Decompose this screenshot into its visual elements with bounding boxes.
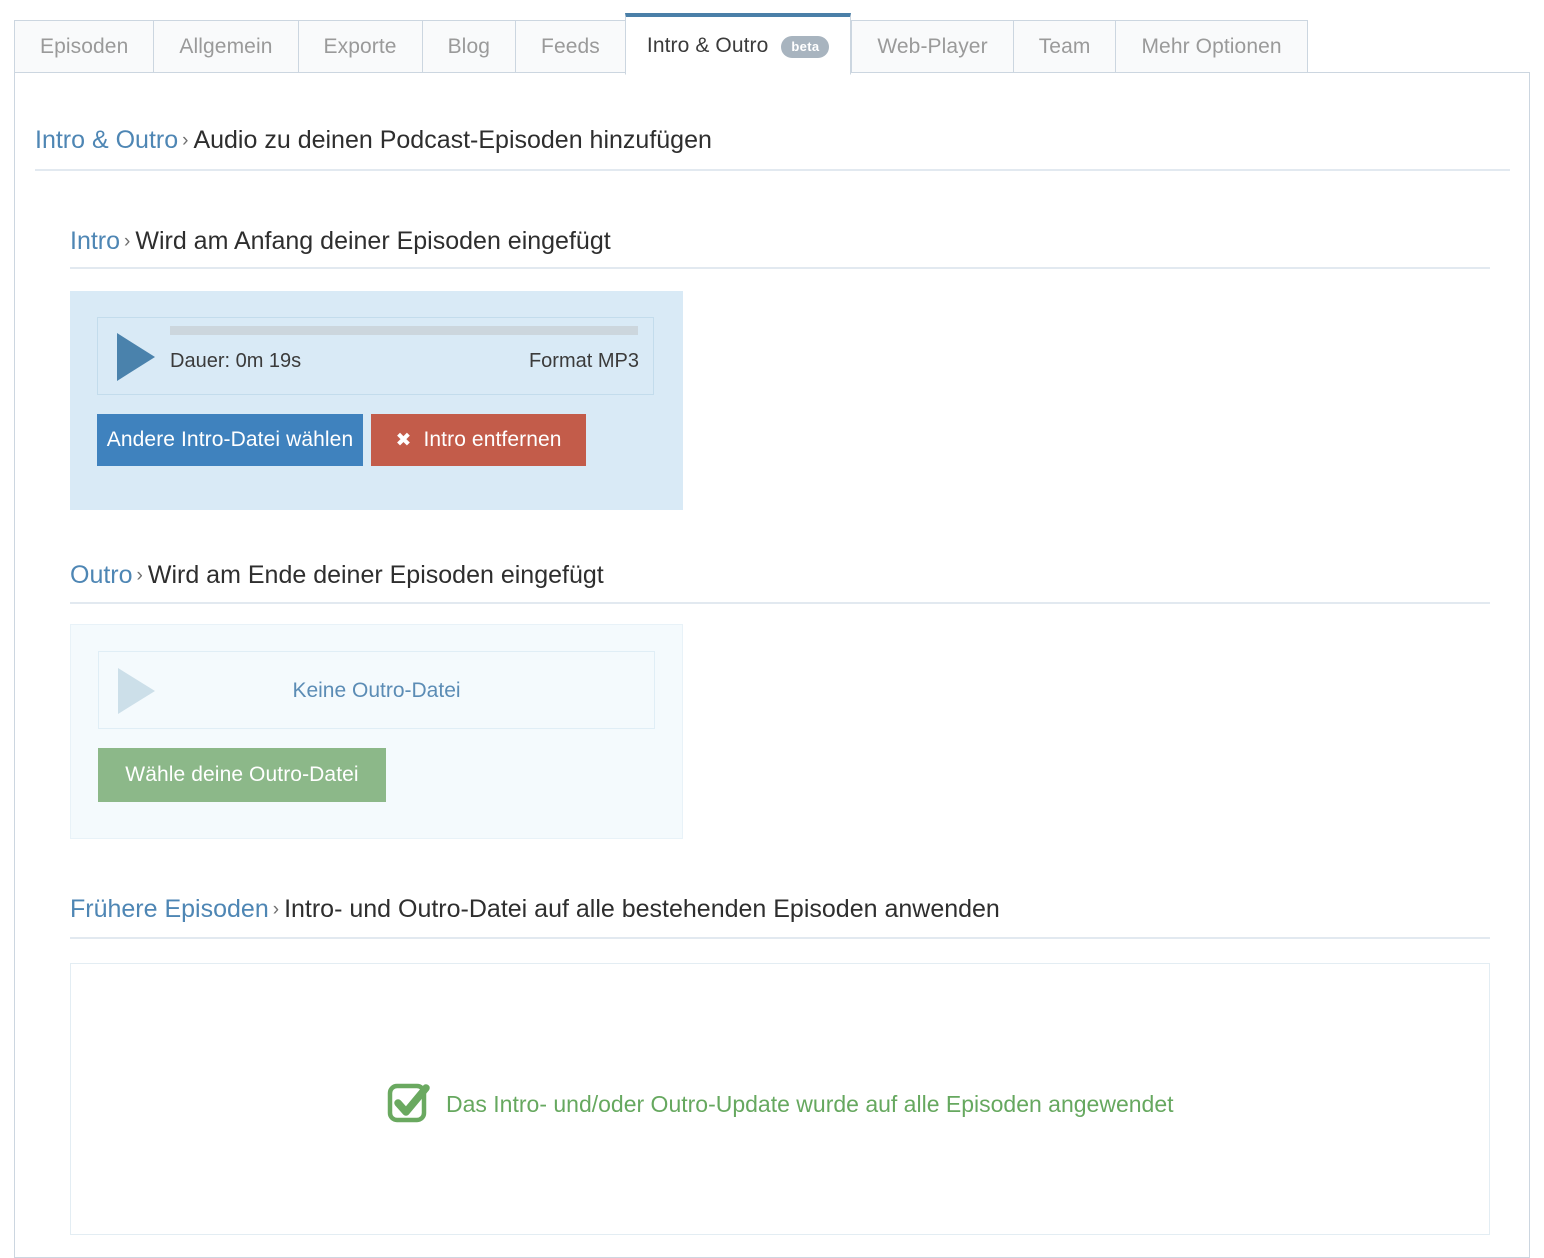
previous-heading-separator: › — [273, 899, 279, 920]
previous-heading-link: Frühere Episoden — [70, 895, 269, 923]
breadcrumb-text: Audio zu deinen Podcast-Episoden hinzufü… — [193, 126, 711, 154]
tab-blog[interactable]: Blog — [422, 20, 515, 74]
breadcrumb: Intro & Outro›Audio zu deinen Podcast-Ep… — [35, 126, 712, 155]
outro-section-divider — [70, 602, 1490, 604]
intro-heading-link: Intro — [70, 227, 120, 255]
tab-label: Exporte — [324, 35, 397, 59]
main-content-panel: Intro & Outro›Audio zu deinen Podcast-Ep… — [14, 72, 1530, 1258]
success-message-text: Das Intro- und/oder Outro-Update wurde a… — [446, 1091, 1174, 1118]
intro-format: Format MP3 — [529, 350, 639, 373]
tab-web-player[interactable]: Web-Player — [851, 20, 1012, 74]
beta-badge: beta — [781, 36, 829, 58]
intro-duration: Dauer: 0m 19s — [170, 350, 301, 373]
settings-tab-bar: Episoden Allgemein Exporte Blog Feeds In… — [14, 19, 1308, 74]
outro-heading-text: Wird am Ende deiner Episoden eingefügt — [148, 561, 604, 589]
previous-heading-text: Intro- und Outro-Datei auf alle bestehen… — [284, 895, 1000, 923]
tab-exporte[interactable]: Exporte — [298, 20, 422, 74]
tab-feeds[interactable]: Feeds — [515, 20, 625, 74]
remove-intro-label: Intro entfernen — [423, 428, 561, 452]
tab-team[interactable]: Team — [1013, 20, 1116, 74]
previous-episodes-section-divider — [70, 937, 1490, 939]
tab-label: Mehr Optionen — [1141, 35, 1281, 59]
breadcrumb-divider — [35, 169, 1510, 171]
tab-intro-outro[interactable]: Intro & Outro beta — [625, 13, 851, 75]
intro-file-panel: Dauer: 0m 19s Format MP3 Andere Intro-Da… — [70, 291, 683, 510]
intro-section-divider — [70, 267, 1490, 269]
choose-other-intro-file-button[interactable]: Andere Intro-Datei wählen — [97, 414, 363, 466]
play-icon[interactable] — [117, 333, 155, 381]
success-message-row: Das Intro- und/oder Outro-Update wurde a… — [386, 1081, 1174, 1127]
previous-episodes-panel: Das Intro- und/oder Outro-Update wurde a… — [70, 963, 1490, 1235]
intro-section-heading: Intro›Wird am Anfang deiner Episoden ein… — [70, 227, 611, 256]
previous-episodes-section-heading: Frühere Episoden›Intro- und Outro-Datei … — [70, 895, 1000, 924]
check-square-icon — [386, 1081, 432, 1127]
close-icon: ✖ — [395, 429, 411, 452]
tab-label: Episoden — [40, 35, 128, 59]
tab-label: Team — [1039, 35, 1091, 59]
outro-empty-label: Keine Outro-Datei — [99, 679, 654, 703]
tab-mehr-optionen[interactable]: Mehr Optionen — [1115, 20, 1307, 74]
breadcrumb-link[interactable]: Intro & Outro — [35, 126, 178, 154]
tab-allgemein[interactable]: Allgemein — [153, 20, 297, 74]
tab-label: Web-Player — [877, 35, 987, 59]
tab-label: Feeds — [541, 35, 600, 59]
intro-audio-player[interactable]: Dauer: 0m 19s Format MP3 — [97, 317, 654, 395]
breadcrumb-separator: › — [182, 130, 188, 151]
outro-audio-player: Keine Outro-Datei — [98, 651, 655, 729]
outro-heading-link: Outro — [70, 561, 133, 589]
outro-file-panel: Keine Outro-Datei Wähle deine Outro-Date… — [70, 624, 683, 839]
intro-heading-text: Wird am Anfang deiner Episoden eingefügt — [135, 227, 610, 255]
outro-section-heading: Outro›Wird am Ende deiner Episoden einge… — [70, 561, 604, 590]
intro-progress-bar[interactable] — [170, 326, 638, 335]
tab-episoden[interactable]: Episoden — [14, 20, 153, 74]
tab-label: Blog — [448, 35, 490, 59]
tab-label: Allgemein — [179, 35, 272, 59]
outro-heading-separator: › — [137, 565, 143, 586]
tab-label: Intro & Outro — [647, 34, 769, 58]
choose-outro-file-button[interactable]: Wähle deine Outro-Datei — [98, 748, 386, 802]
intro-heading-separator: › — [124, 231, 130, 252]
remove-intro-button[interactable]: ✖ Intro entfernen — [371, 414, 586, 466]
